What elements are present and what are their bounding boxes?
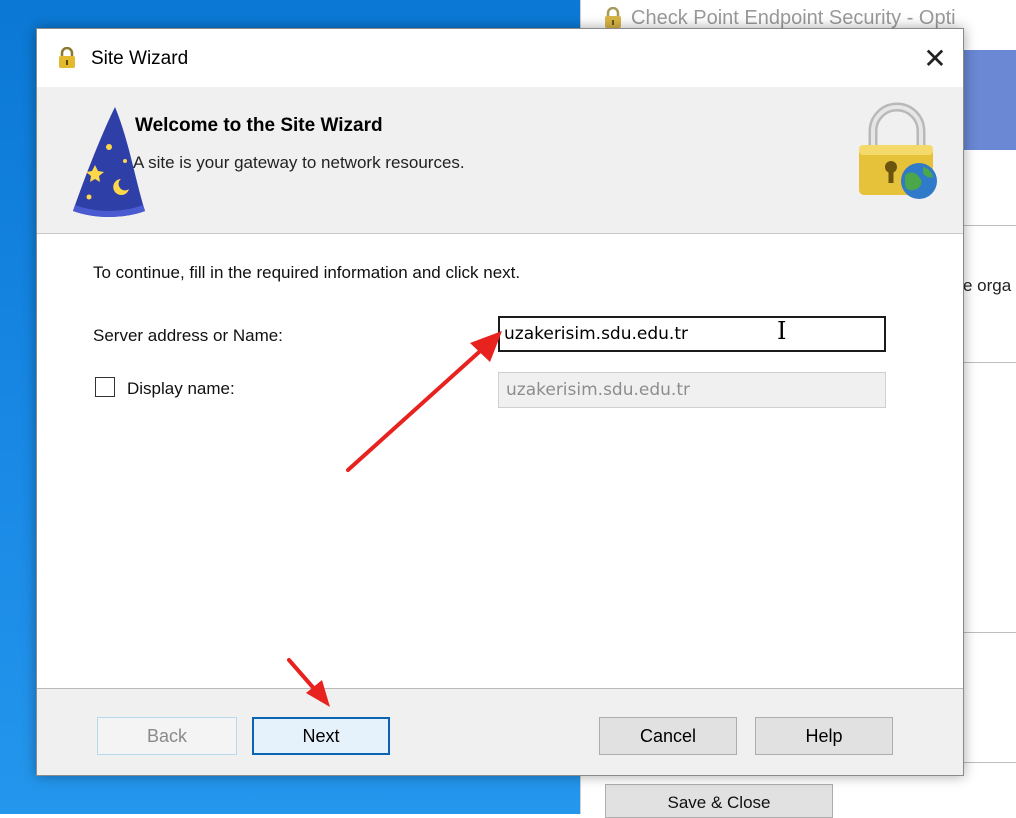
padlock-icon xyxy=(605,7,621,28)
dialog-titlebar: Site Wizard ✕ xyxy=(37,29,963,87)
text-cursor-icon: I xyxy=(777,317,787,345)
background-divider xyxy=(961,632,1016,633)
server-address-label: Server address or Name: xyxy=(93,326,283,345)
padlock-icon xyxy=(59,47,75,68)
dialog-title: Site Wizard xyxy=(91,48,189,69)
wizard-header: Welcome to the Site Wizard A site is you… xyxy=(37,87,963,234)
display-name-checkbox[interactable] xyxy=(95,377,115,397)
header-subtitle: A site is your gateway to network resour… xyxy=(133,153,465,172)
header-title: Welcome to the Site Wizard xyxy=(135,115,383,136)
display-name-input xyxy=(498,372,886,408)
close-button[interactable]: ✕ xyxy=(907,29,963,87)
background-divider xyxy=(961,362,1016,363)
close-icon: ✕ xyxy=(923,42,947,74)
back-button[interactable]: Back xyxy=(97,717,237,755)
server-address-input[interactable] xyxy=(498,316,886,352)
site-wizard-dialog: Site Wizard ✕ Welcome to the Site Wizard… xyxy=(36,28,964,776)
display-name-label: Display name: xyxy=(127,379,235,398)
padlock-globe-icon xyxy=(859,102,937,199)
next-button[interactable]: Next xyxy=(252,717,390,755)
background-divider xyxy=(961,762,1016,763)
background-partial-text: e orga xyxy=(963,276,1012,295)
background-banner xyxy=(961,50,1016,150)
wizard-content: To continue, fill in the required inform… xyxy=(37,233,963,688)
cancel-button[interactable]: Cancel xyxy=(599,717,737,755)
save-close-button[interactable]: Save & Close xyxy=(605,784,833,818)
help-button[interactable]: Help xyxy=(755,717,893,755)
background-window-title: Check Point Endpoint Security - Opti xyxy=(631,6,956,29)
background-divider xyxy=(961,225,1016,226)
instruction-text: To continue, fill in the required inform… xyxy=(93,263,521,282)
wizard-footer: Back Next Cancel Help xyxy=(37,688,963,775)
